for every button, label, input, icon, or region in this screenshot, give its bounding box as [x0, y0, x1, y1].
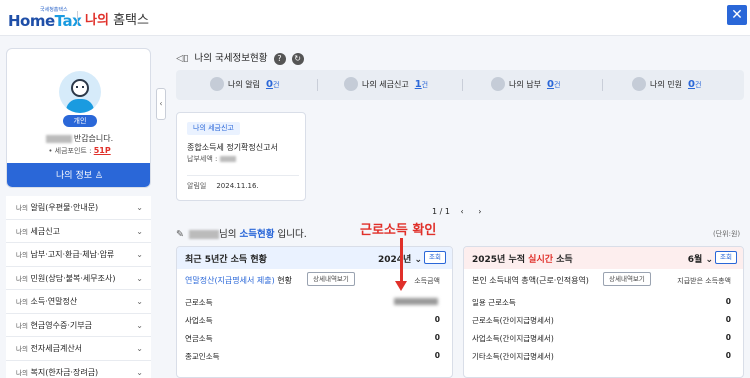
close-icon: ✕: [731, 7, 743, 23]
detail-button[interactable]: 상세내역보기: [603, 272, 651, 286]
stat-payment[interactable]: 나의 납부 0건: [491, 70, 560, 100]
stat-notifications[interactable]: 나의 알림 0건: [210, 70, 279, 100]
annotation-arrow-head: [395, 281, 407, 291]
column-header: 지급받은 소득총액: [677, 277, 731, 285]
table-row: 근로소득: [185, 297, 444, 315]
sidebar-item-tax-filing[interactable]: 나의 세금신고 ⌄: [6, 220, 151, 243]
greeting: 반갑습니다.: [7, 133, 150, 144]
chevron-down-icon: ⌄: [136, 344, 143, 353]
avatar: [59, 71, 101, 113]
income-rows: 근로소득 사업소득 0 연금소득 0 종교인소득 0: [185, 297, 444, 369]
masked-amount: [394, 298, 438, 305]
sidebar-item-e-invoice[interactable]: 나의 전자세금계산서 ⌄: [6, 337, 151, 361]
header-divider: [77, 11, 78, 25]
chevron-down-icon: ⌄: [136, 297, 143, 306]
sidebar-item-notifications[interactable]: 나의 알림(우편물·안내문) ⌄: [6, 196, 151, 220]
column-header: 소득금액: [414, 277, 440, 285]
chevron-down-icon: ⌄: [136, 250, 143, 259]
panel-header: 최근 5년간 소득 현황 2024년 ⌄ 조회: [177, 247, 452, 269]
megaphone-icon: ◁▯: [176, 53, 189, 64]
user-icon: ♙: [94, 171, 103, 181]
table-row: 일용 근로소득 0: [472, 297, 731, 307]
filing-date: 알림일 2024.11.16.: [187, 182, 259, 190]
page-indicator: 1 / 1: [432, 207, 450, 216]
income-section-title: ✎ 님의 소득현황 입니다.: [176, 229, 307, 240]
sidebar-item-payment[interactable]: 나의 납부·고지·환급·체납·압류 ⌄: [6, 243, 151, 267]
annotation-label: 근로소득 확인: [360, 223, 437, 238]
tax-points: • 세금포인트 : 51P: [48, 146, 111, 155]
masked-user-name: [188, 230, 219, 239]
help-icon[interactable]: ?: [273, 52, 286, 65]
lookup-button[interactable]: 조회: [715, 251, 737, 264]
panel-subtitle: 본인 소득내역 총액(근로·인적용역): [472, 276, 589, 285]
sidebar-menu: 나의 알림(우편물·안내문) ⌄ 나의 세금신고 ⌄ 나의 납부·고지·환급·체납·…: [6, 196, 151, 378]
panel-subtitle: 연말정산(지급명세서 제출) 현황: [185, 276, 293, 285]
table-row: 종교인소득 0: [185, 351, 440, 361]
sidebar-item-receipts[interactable]: 나의 현금영수증·기부금 ⌄: [6, 314, 151, 337]
panel-header: 2025년 누적 실시간 소득 6월 ⌄ 조회: [464, 247, 743, 269]
filing-card[interactable]: 나의 세금신고 종합소득세 정기확정신고서 납부세액 : 알림일 2024.11.…: [176, 112, 306, 201]
profile-card: 개인 반갑습니다. • 세금포인트 : 51P 나의 정보 ♙: [6, 48, 151, 188]
stat-tax-filing[interactable]: 나의 세금신고 1건: [344, 70, 428, 100]
annotation-arrow-shaft: [400, 238, 403, 282]
chevron-down-icon: ⌄: [136, 320, 143, 330]
chevron-left-icon: ‹: [159, 99, 163, 108]
chevron-down-icon: ⌄: [136, 226, 143, 236]
document-icon: [344, 76, 358, 91]
memo-icon: [632, 76, 646, 91]
chevron-down-icon: ⌄: [136, 273, 143, 283]
sidebar-item-civil[interactable]: 나의 민원(상담·불복·세무조사) ⌄: [6, 267, 151, 290]
pager-arrows[interactable]: ‹ ›: [461, 207, 488, 216]
month-select[interactable]: 6월 ⌄: [688, 252, 713, 265]
table-row: 연금소득 0: [185, 333, 440, 343]
page-title: 나의 홈택스: [85, 13, 149, 28]
income-5yr-panel: 최근 5년간 소득 현황 2024년 ⌄ 조회 연말정산(지급명세서 제출) 현…: [176, 246, 453, 378]
status-section-title: ◁▯ 나의 국세정보현황 ? ↻: [176, 50, 304, 65]
filing-tax-amount: 납부세액 :: [187, 154, 236, 164]
user-type-badge: 개인: [63, 115, 97, 127]
detail-button[interactable]: 상세내역보기: [307, 272, 355, 286]
chevron-down-icon: ⌄: [136, 367, 143, 377]
chevron-down-icon: ⌄: [136, 203, 143, 212]
income-rows: 일용 근로소득 0 근로소득(간이지급명세서) 0 사업소득(간이지급명세서) 0 기…: [472, 297, 735, 369]
unit-note: (단위:원): [713, 230, 741, 238]
bell-icon: [210, 76, 224, 91]
stat-civil[interactable]: 나의 민원 0건: [632, 70, 701, 100]
filing-tag: 나의 세금신고: [187, 122, 240, 135]
header: 국세청홈택스 HomeTax 나의 홈택스 ✕: [0, 0, 750, 36]
masked-user-name: [45, 134, 72, 143]
sidebar-collapse-handle[interactable]: ‹: [156, 88, 166, 120]
sidebar-item-welfare[interactable]: 나의 복지(한자금·장려금) ⌄: [6, 361, 151, 378]
table-row: 사업소득 0: [185, 315, 440, 325]
income-realtime-panel: 2025년 누적 실시간 소득 6월 ⌄ 조회 본인 소득내역 총액(근로·인적…: [463, 246, 744, 378]
coin-icon: [491, 76, 505, 91]
logo-wordmark: HomeTax: [8, 12, 82, 30]
card-pager: 1 / 1 ‹ ›: [432, 207, 487, 216]
table-row: 근로소득(간이지급명세서) 0: [472, 315, 731, 325]
my-info-button[interactable]: 나의 정보 ♙: [7, 163, 150, 187]
status-stats-bar: 나의 알림 0건 나의 세금신고 1건 나의 납부 0건 나의 민원 0건: [176, 70, 744, 100]
table-row: 사업소득(간이지급명세서) 0: [472, 333, 731, 343]
close-button[interactable]: ✕: [727, 5, 747, 25]
refresh-icon[interactable]: ↻: [291, 52, 304, 65]
sidebar-item-income[interactable]: 나의 소득·연말정산 ⌄: [6, 290, 151, 314]
table-row: 기타소득(간이지급명세서) 0: [472, 351, 731, 361]
tax-points-value[interactable]: 51P: [94, 146, 111, 155]
edit-icon: ✎: [176, 229, 184, 240]
filing-name: 종합소득세 정기확정신고서: [187, 143, 278, 152]
lookup-button[interactable]: 조회: [424, 251, 446, 264]
